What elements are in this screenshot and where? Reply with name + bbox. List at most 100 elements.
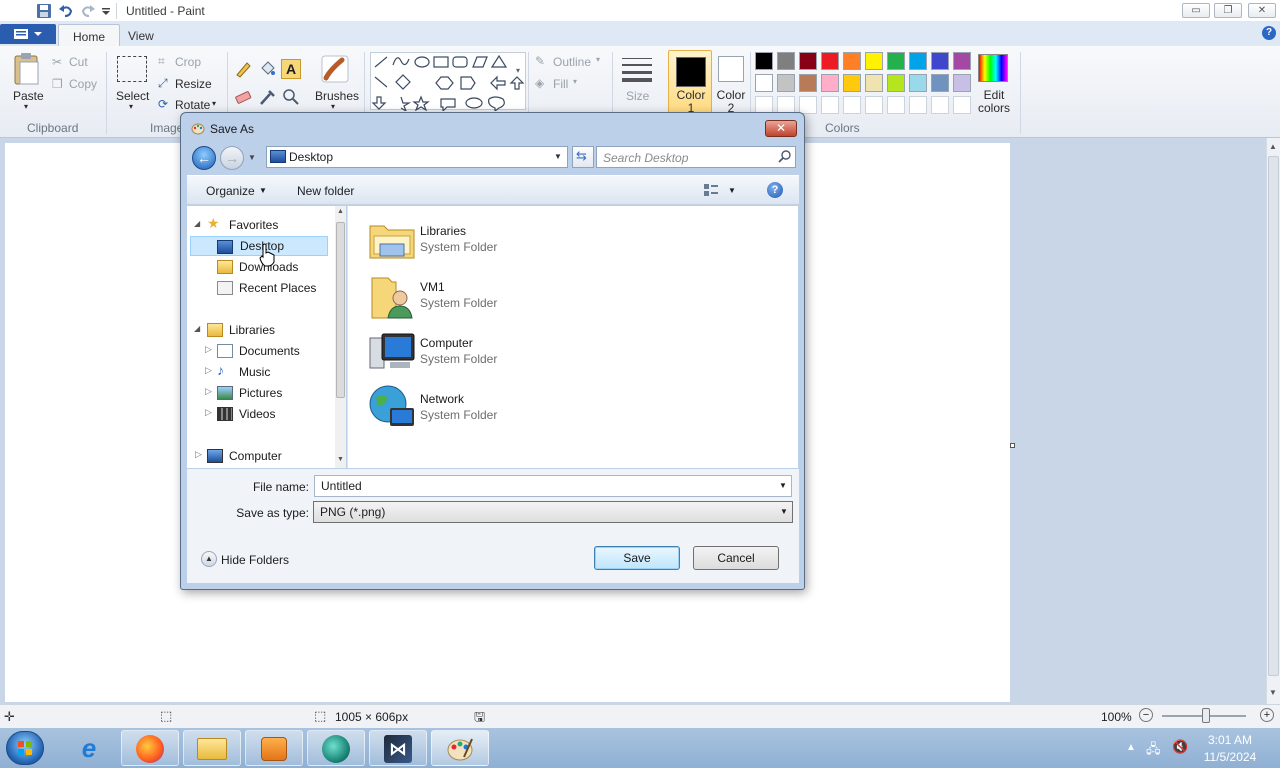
palette-swatch[interactable] — [931, 52, 949, 70]
show-hidden-icons[interactable]: ▲ — [1126, 742, 1136, 753]
save-quick-icon[interactable] — [36, 3, 52, 19]
brushes-icon[interactable] — [318, 52, 352, 86]
canvas-resize-handle[interactable] — [1010, 443, 1015, 448]
fill-button[interactable]: Fill — [553, 77, 568, 91]
nav-videos[interactable]: ▷ Videos — [191, 404, 331, 424]
custom-color-slot[interactable] — [909, 96, 927, 114]
rotate-button[interactable]: Rotate — [175, 98, 210, 112]
view-options-icon[interactable] — [703, 182, 719, 198]
view-dropdown-icon[interactable]: ▼ — [728, 186, 736, 195]
palette-swatch[interactable] — [777, 52, 795, 70]
internet-explorer-icon[interactable]: e — [74, 733, 104, 763]
close-window-button[interactable]: ✕ — [1248, 3, 1276, 18]
nav-libraries[interactable]: ◢ Libraries — [191, 320, 331, 340]
cut-button[interactable]: Cut — [69, 55, 88, 69]
palette-swatch[interactable] — [953, 52, 971, 70]
start-button[interactable] — [6, 731, 44, 765]
taskbar-media-player[interactable] — [245, 730, 303, 766]
palette-swatch[interactable] — [931, 74, 949, 92]
palette-swatch[interactable] — [777, 74, 795, 92]
color-picker-icon[interactable] — [258, 88, 276, 106]
crop-button[interactable]: Crop — [175, 55, 201, 69]
refresh-button[interactable]: ⇆ — [572, 146, 594, 168]
palette-swatch[interactable] — [755, 52, 773, 70]
custom-color-slot[interactable] — [799, 96, 817, 114]
custom-color-slot[interactable] — [931, 96, 949, 114]
paste-icon[interactable] — [12, 52, 42, 86]
search-icon[interactable] — [778, 150, 792, 164]
paste-button[interactable]: Paste — [13, 89, 44, 103]
magnifier-icon[interactable] — [282, 88, 300, 106]
nav-computer[interactable]: ▷ Computer — [191, 446, 331, 466]
custom-color-slot[interactable] — [953, 96, 971, 114]
save-button[interactable]: Save — [594, 546, 680, 570]
cancel-button[interactable]: Cancel — [693, 546, 779, 570]
palette-swatch[interactable] — [909, 52, 927, 70]
organize-button[interactable]: Organize — [206, 184, 255, 198]
redo-icon[interactable] — [80, 3, 96, 19]
nav-pane-scrollbar[interactable]: ▲ ▼ — [335, 206, 346, 468]
copy-button[interactable]: Copy — [69, 77, 97, 91]
text-tool-icon[interactable]: A — [281, 59, 301, 79]
back-button[interactable]: ← — [192, 146, 216, 170]
brushes-button[interactable]: Brushes — [315, 89, 359, 103]
search-box[interactable]: Search Desktop — [596, 146, 796, 168]
dialog-close-button[interactable]: ✕ — [765, 120, 797, 137]
network-tray-icon[interactable]: 🖧 — [1146, 740, 1161, 762]
palette-swatch[interactable] — [799, 52, 817, 70]
restore-button[interactable]: ❐ — [1214, 3, 1242, 18]
palette-swatch[interactable] — [843, 74, 861, 92]
recent-locations-icon[interactable]: ▼ — [248, 153, 256, 162]
size-icon[interactable] — [620, 54, 654, 82]
custom-color-slot[interactable] — [821, 96, 839, 114]
file-item-libraries[interactable]: Libraries System Folder — [368, 214, 588, 266]
save-as-type-select[interactable]: PNG (*.png) ▼ — [313, 501, 793, 523]
zoom-out-button[interactable]: − — [1139, 708, 1153, 722]
zoom-slider-thumb[interactable] — [1202, 708, 1210, 723]
volume-muted-icon[interactable]: 🔇 — [1172, 739, 1188, 755]
hide-folders-icon[interactable]: ▲ — [201, 551, 217, 567]
shapes-gallery[interactable] — [370, 52, 526, 113]
select-icon[interactable] — [117, 56, 147, 82]
palette-swatch[interactable] — [865, 52, 883, 70]
minimize-button[interactable]: ▭ — [1182, 3, 1210, 18]
nav-documents[interactable]: ▷ Documents — [191, 341, 331, 361]
palette-swatch[interactable] — [909, 74, 927, 92]
resize-button[interactable]: Resize — [175, 77, 212, 91]
palette-swatch[interactable] — [843, 52, 861, 70]
taskbar-firefox[interactable] — [121, 730, 179, 766]
palette-swatch[interactable] — [887, 74, 905, 92]
nav-music[interactable]: ▷ ♪ Music — [191, 362, 331, 382]
file-item-computer[interactable]: Computer System Folder — [368, 326, 588, 378]
nav-pictures[interactable]: ▷ Pictures — [191, 383, 331, 403]
file-name-dropdown-icon[interactable]: ▼ — [779, 481, 787, 490]
edit-colors-button[interactable]: Edit colors — [976, 89, 1012, 115]
hide-folders-button[interactable]: Hide Folders — [221, 553, 289, 567]
tab-view[interactable]: View — [114, 24, 168, 46]
nav-recent-places[interactable]: Recent Places — [191, 278, 331, 298]
eraser-icon[interactable] — [234, 88, 252, 106]
pencil-icon[interactable] — [234, 60, 252, 78]
vertical-scrollbar[interactable]: ▲ ▼ — [1266, 138, 1280, 704]
fill-bucket-icon[interactable] — [258, 60, 276, 78]
zoom-in-button[interactable]: + — [1260, 708, 1274, 722]
paint-menu-button[interactable] — [0, 24, 56, 44]
palette-swatch[interactable] — [953, 74, 971, 92]
undo-icon[interactable] — [58, 3, 74, 19]
size-button[interactable]: Size — [626, 89, 649, 103]
outline-button[interactable]: Outline — [553, 55, 591, 69]
clock-time[interactable]: 3:01 AM — [1198, 733, 1262, 747]
new-folder-button[interactable]: New folder — [297, 184, 354, 198]
address-bar[interactable]: Desktop ▼ — [266, 146, 568, 168]
custom-color-slot[interactable] — [887, 96, 905, 114]
color2-selector[interactable] — [718, 56, 744, 82]
taskbar-explorer[interactable] — [183, 730, 241, 766]
file-name-input[interactable]: Untitled ▼ — [314, 475, 792, 497]
custom-color-slot[interactable] — [865, 96, 883, 114]
customize-qat-icon[interactable] — [100, 3, 116, 19]
custom-color-slot[interactable] — [843, 96, 861, 114]
taskbar-vscode[interactable]: ⋈ — [369, 730, 427, 766]
palette-swatch[interactable] — [799, 74, 817, 92]
taskbar-app[interactable] — [307, 730, 365, 766]
clock-date[interactable]: 11/5/2024 — [1198, 750, 1262, 764]
